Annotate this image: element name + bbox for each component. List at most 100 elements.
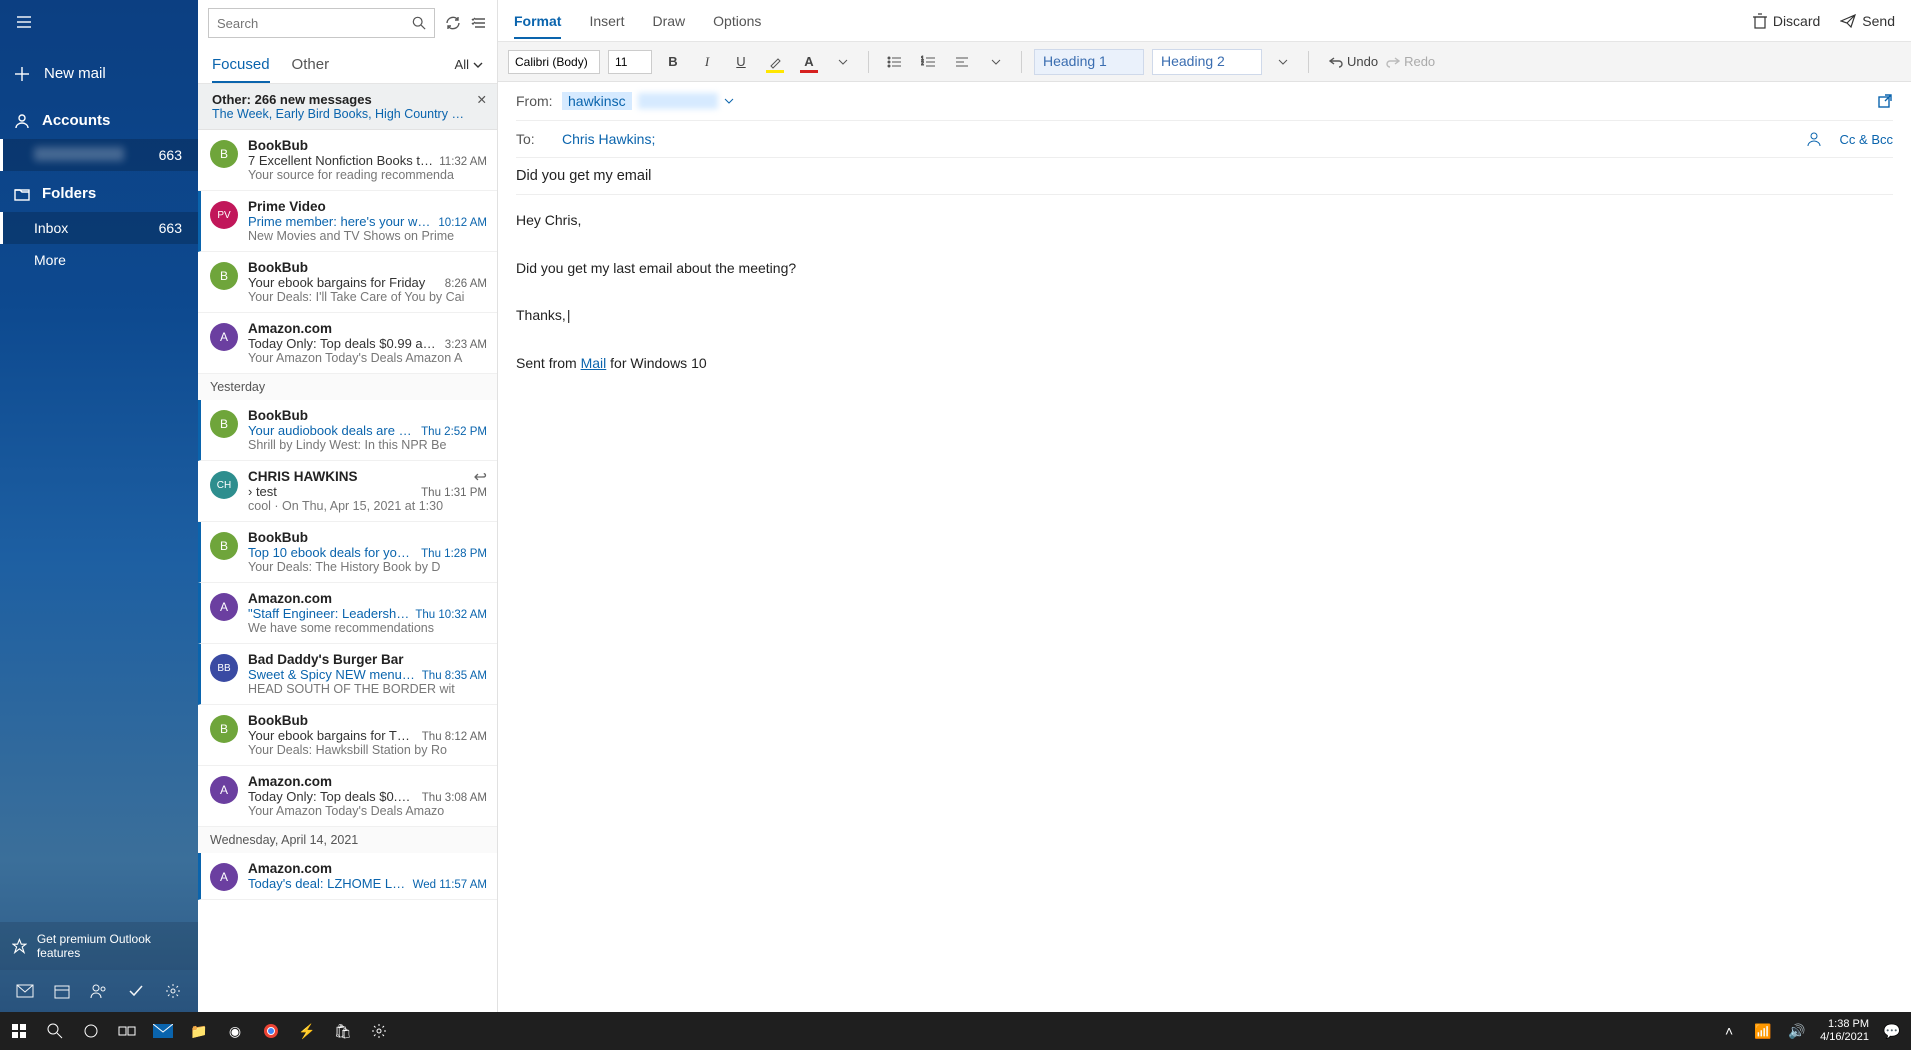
tab-options[interactable]: Options <box>713 3 761 39</box>
selection-mode-icon[interactable] <box>471 15 487 31</box>
search-input[interactable] <box>217 16 412 31</box>
subject-field[interactable]: Did you get my email <box>516 158 1893 195</box>
message-item[interactable]: AAmazon.comToday Only: Top deals $0.99 a… <box>198 766 497 827</box>
explorer-taskbar-icon[interactable]: 📁 <box>188 1020 210 1042</box>
taskbar-search-icon[interactable] <box>44 1020 66 1042</box>
message-subject: Sweet & Spicy NEW menu items a <box>248 667 416 682</box>
taskbar-clock[interactable]: 1:38 PM 4/16/2021 <box>1820 1018 1869 1043</box>
mail-link[interactable]: Mail <box>581 355 607 371</box>
app-taskbar-icon[interactable]: ⚡ <box>296 1020 318 1042</box>
filter-dropdown[interactable]: All <box>455 57 483 72</box>
message-time: Thu 2:52 PM <box>421 426 487 438</box>
underline-button[interactable]: U <box>728 49 754 75</box>
tab-draw[interactable]: Draw <box>652 3 685 39</box>
search-box[interactable] <box>208 8 435 38</box>
style-heading1[interactable]: Heading 1 <box>1034 49 1144 75</box>
from-field[interactable]: hawkinsc <box>562 92 1877 110</box>
search-icon[interactable] <box>412 16 426 30</box>
message-item[interactable]: BBookBubYour ebook bargains for Friday8:… <box>198 252 497 313</box>
mail-taskbar-icon[interactable] <box>152 1020 174 1042</box>
contacts-icon[interactable] <box>1806 131 1822 147</box>
hamburger-button[interactable] <box>0 0 198 49</box>
more-para-button[interactable] <box>983 49 1009 75</box>
folders-label: Folders <box>42 185 96 202</box>
message-item[interactable]: AAmazon.comToday's deal: LZHOME LED Gara… <box>198 853 497 900</box>
task-view-icon[interactable] <box>116 1020 138 1042</box>
message-items[interactable]: BBookBub7 Excellent Nonfiction Books to … <box>198 130 497 1012</box>
message-item[interactable]: AAmazon.comToday Only: Top deals $0.99 a… <box>198 313 497 374</box>
wifi-icon[interactable]: 📶 <box>1752 1020 1774 1042</box>
discard-button[interactable]: Discard <box>1753 13 1820 29</box>
chevron-down-icon[interactable] <box>724 96 734 106</box>
settings-taskbar-icon[interactable] <box>368 1020 390 1042</box>
new-mail-button[interactable]: New mail <box>0 49 198 98</box>
to-field[interactable]: Chris Hawkins; <box>562 131 1806 147</box>
message-item[interactable]: BBookBubYour audiobook deals are hereThu… <box>198 400 497 461</box>
cortana-icon[interactable] <box>80 1020 102 1042</box>
redo-button[interactable]: Redo <box>1386 54 1435 69</box>
avatar: A <box>210 776 238 804</box>
chrome-taskbar-icon[interactable] <box>260 1020 282 1042</box>
font-size-input[interactable] <box>608 50 652 74</box>
folder-inbox[interactable]: Inbox 663 <box>0 212 198 244</box>
tab-insert[interactable]: Insert <box>589 3 624 39</box>
folder-more[interactable]: More <box>0 244 198 276</box>
message-subject: Today Only: Top deals $0.99 and up on <box>248 336 439 351</box>
message-item[interactable]: PVPrime VideoPrime member: here's your w… <box>198 191 497 252</box>
italic-button[interactable]: I <box>694 49 720 75</box>
mail-icon[interactable] <box>14 980 36 1002</box>
clock-date: 4/16/2021 <box>1820 1031 1869 1044</box>
account-unread-count: 663 <box>159 147 182 163</box>
dell-taskbar-icon[interactable]: ◉ <box>224 1020 246 1042</box>
account-row[interactable]: 663 <box>0 139 198 171</box>
sync-icon[interactable] <box>445 15 461 31</box>
nav-bottom-bar <box>0 970 198 1012</box>
bold-button[interactable]: B <box>660 49 686 75</box>
message-item[interactable]: BBookBubTop 10 ebook deals for you this … <box>198 522 497 583</box>
close-icon[interactable]: ✕ <box>477 92 487 107</box>
to-row: To: Chris Hawkins; Cc & Bcc <box>516 121 1893 158</box>
other-summary-bar[interactable]: Other: 266 new messages The Week, Early … <box>198 84 497 130</box>
store-taskbar-icon[interactable]: 🛍 <box>332 1020 354 1042</box>
more-font-button[interactable] <box>830 49 856 75</box>
bullets-button[interactable] <box>881 49 907 75</box>
body-line: Hey Chris, <box>516 209 1893 233</box>
numbering-button[interactable]: 12 <box>915 49 941 75</box>
start-button[interactable] <box>8 1020 30 1042</box>
align-button[interactable] <box>949 49 975 75</box>
settings-icon[interactable] <box>162 980 184 1002</box>
send-button[interactable]: Send <box>1840 13 1895 29</box>
left-nav: New mail Accounts 663 Folders Inbox 663 … <box>0 0 198 1012</box>
message-subject: 7 Excellent Nonfiction Books to Snag <box>248 153 433 168</box>
compose-body[interactable]: Hey Chris, Did you get my last email abo… <box>498 195 1911 390</box>
calendar-icon[interactable] <box>51 980 73 1002</box>
tab-format[interactable]: Format <box>514 3 561 39</box>
undo-button[interactable]: Undo <box>1329 54 1378 69</box>
to-value: Chris Hawkins; <box>562 131 655 147</box>
message-item[interactable]: CHCHRIS HAWKINS› testThu 1:31 PMcool · O… <box>198 461 497 522</box>
people-icon[interactable] <box>88 980 110 1002</box>
folders-header[interactable]: Folders <box>0 171 198 212</box>
tab-focused[interactable]: Focused <box>212 46 270 83</box>
font-family-input[interactable] <box>508 50 600 74</box>
cc-bcc-button[interactable]: Cc & Bcc <box>1840 132 1893 147</box>
more-styles-button[interactable] <box>1270 49 1296 75</box>
highlight-button[interactable] <box>762 49 788 75</box>
font-color-button[interactable]: A <box>796 49 822 75</box>
tray-chevron-icon[interactable]: ˄ <box>1718 1020 1740 1042</box>
message-item[interactable]: AAmazon.com"Staff Engineer: Leadership…"… <box>198 583 497 644</box>
accounts-header[interactable]: Accounts <box>0 98 198 139</box>
message-from: BookBub <box>248 713 487 728</box>
premium-banner[interactable]: Get premium Outlook features <box>0 922 198 970</box>
message-item[interactable]: BBookBub7 Excellent Nonfiction Books to … <box>198 130 497 191</box>
todo-icon[interactable] <box>125 980 147 1002</box>
from-value-redacted <box>638 93 718 109</box>
message-item[interactable]: BBBad Daddy's Burger BarSweet & Spicy NE… <box>198 644 497 705</box>
notifications-icon[interactable]: 💬 <box>1881 1020 1903 1042</box>
popout-icon[interactable] <box>1877 93 1893 109</box>
message-time: Thu 10:32 AM <box>415 609 487 621</box>
message-item[interactable]: BBookBubYour ebook bargains for Thursday… <box>198 705 497 766</box>
volume-icon[interactable]: 🔊 <box>1786 1020 1808 1042</box>
tab-other[interactable]: Other <box>292 46 330 83</box>
style-heading2[interactable]: Heading 2 <box>1152 49 1262 75</box>
